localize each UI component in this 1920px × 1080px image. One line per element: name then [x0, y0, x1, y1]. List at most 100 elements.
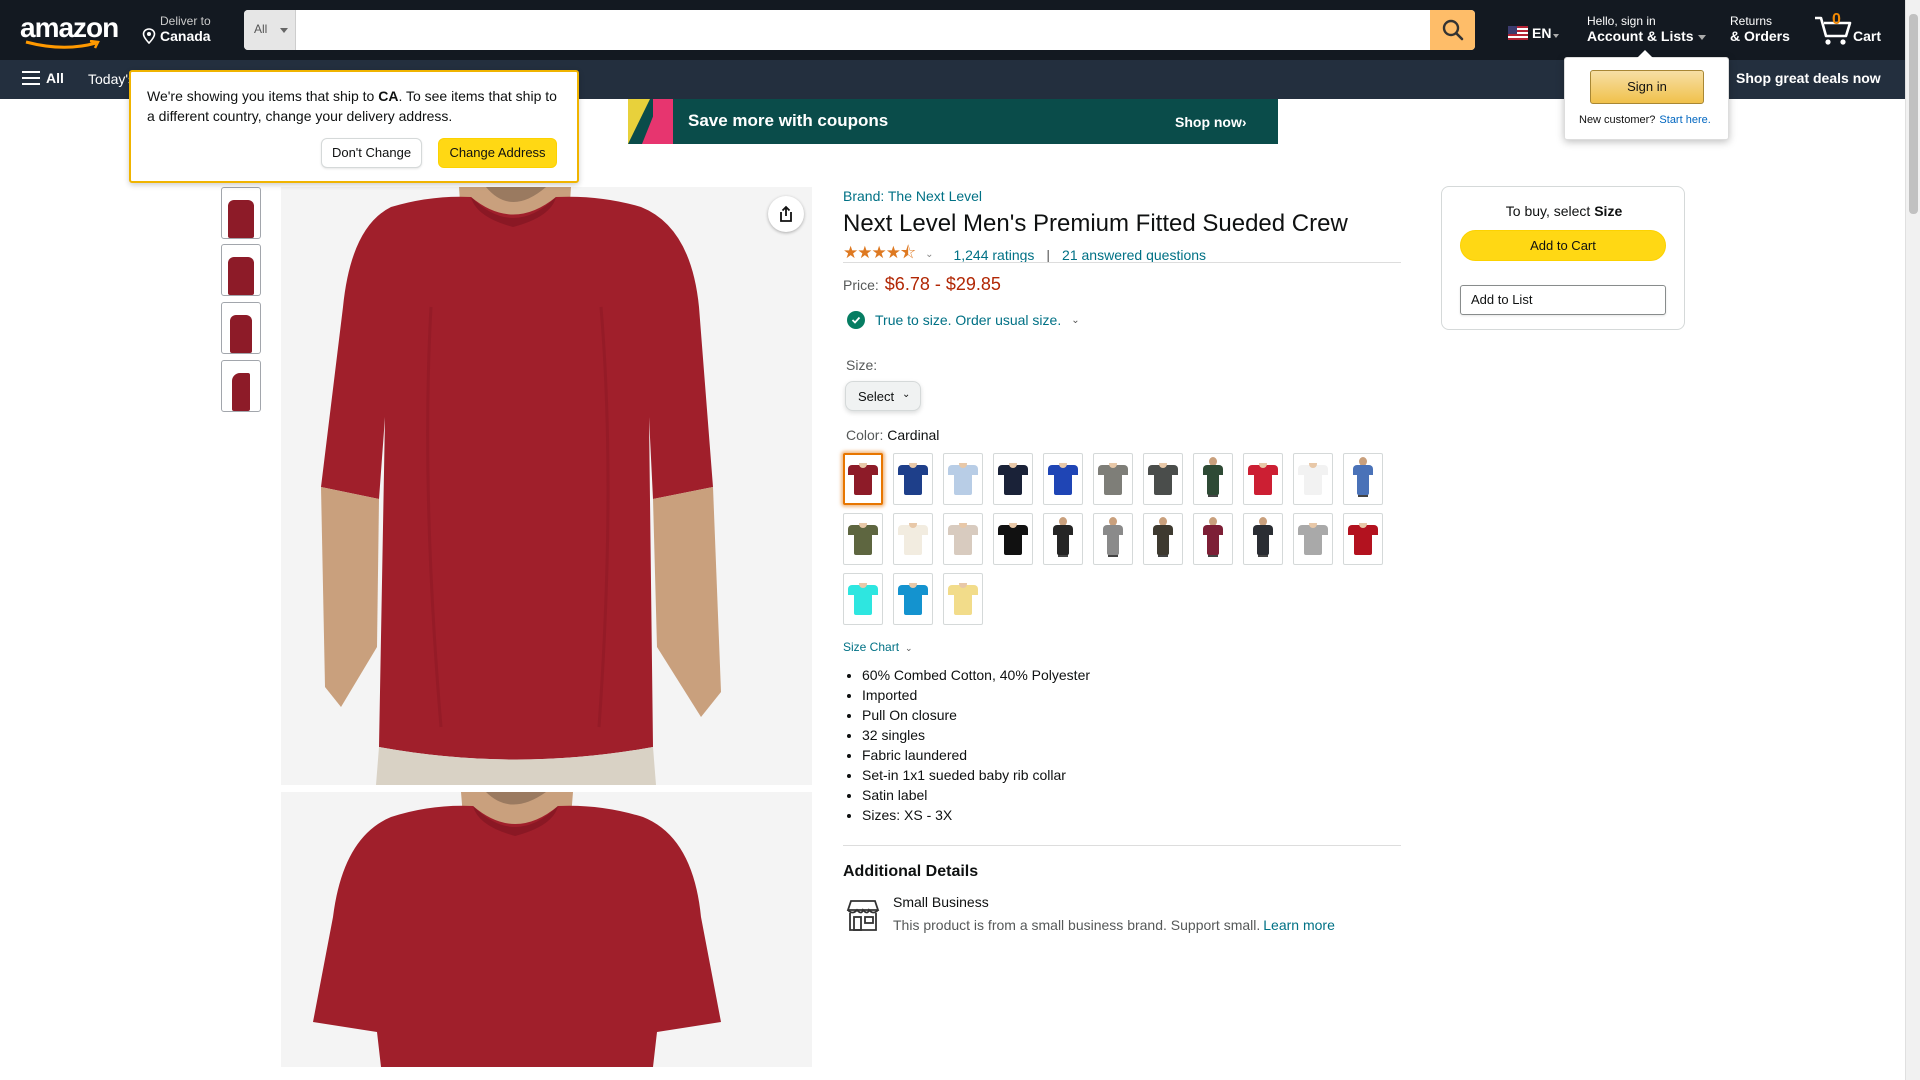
page-scrollbar[interactable]	[1905, 0, 1920, 1080]
brand-link[interactable]: Brand: The Next Level	[843, 188, 982, 204]
product-main-image[interactable]	[281, 187, 812, 785]
us-flag-icon	[1508, 26, 1528, 40]
fit-info[interactable]: True to size. Order usual size. ⌄	[847, 311, 1080, 329]
add-to-cart-button[interactable]: Add to Cart	[1460, 230, 1666, 261]
color-swatch[interactable]	[843, 453, 883, 505]
small-business-text: This product is from a small business br…	[893, 917, 1261, 933]
shirt-swatch-icon	[898, 461, 928, 497]
learn-more-link[interactable]: Learn more	[1263, 917, 1335, 933]
thumbnail-image[interactable]	[221, 244, 261, 296]
thumbnail-image[interactable]	[221, 360, 261, 412]
dont-change-button[interactable]: Don't Change	[321, 138, 422, 168]
separator: |	[1046, 246, 1051, 263]
size-chart-link[interactable]: Size Chart ⌄	[843, 640, 913, 654]
ratings-link[interactable]: 1,244 ratings	[953, 247, 1034, 263]
share-button[interactable]	[768, 196, 804, 232]
color-swatch[interactable]	[893, 453, 933, 505]
size-select[interactable]: Select ⌄	[845, 381, 921, 411]
amazon-logo[interactable]: amazon	[20, 12, 124, 49]
color-swatch[interactable]	[1343, 513, 1383, 565]
thumbnail-image[interactable]	[221, 187, 261, 239]
color-swatch[interactable]	[1043, 453, 1083, 505]
product-secondary-image[interactable]	[281, 792, 812, 1067]
caret-down-icon	[1697, 34, 1706, 40]
logo-text: amazon	[20, 12, 119, 43]
color-swatch[interactable]	[1243, 453, 1283, 505]
new-customer-text: New customer? Start here.	[1579, 114, 1711, 126]
shirt-swatch-icon	[1298, 461, 1328, 497]
color-swatch[interactable]	[843, 513, 883, 565]
todays-deals-link[interactable]: Today's	[88, 71, 135, 87]
all-menu-label: All	[46, 70, 64, 86]
add-to-list-button[interactable]: Add to List	[1460, 285, 1666, 315]
thumbnail-image[interactable]	[221, 302, 261, 354]
color-swatch[interactable]	[1043, 513, 1083, 565]
search-input[interactable]	[296, 10, 1422, 50]
color-swatch[interactable]	[1293, 453, 1333, 505]
feature-bullet: Sizes: XS - 3X	[862, 805, 1090, 825]
color-swatch[interactable]	[1143, 453, 1183, 505]
cart-button[interactable]: 0 Cart	[1813, 10, 1883, 50]
color-swatch[interactable]	[1193, 513, 1233, 565]
shirt-swatch-icon	[898, 581, 928, 617]
shirt-swatch-icon	[1348, 521, 1378, 557]
all-menu-button[interactable]: All	[22, 70, 64, 86]
check-circle-icon	[847, 311, 865, 329]
questions-link[interactable]: 21 answered questions	[1062, 247, 1206, 263]
rating-row: ★★★★⯪ ⌄ 1,244 ratings | 21 answered ques…	[843, 240, 1206, 269]
color-swatch[interactable]	[843, 573, 883, 625]
color-swatch[interactable]	[893, 573, 933, 625]
change-address-button[interactable]: Change Address	[438, 138, 557, 168]
language-selector[interactable]: EN	[1508, 25, 1560, 41]
signin-button[interactable]: Sign in	[1590, 70, 1704, 104]
color-swatch[interactable]	[943, 453, 983, 505]
deliver-to[interactable]: Deliver to Canada	[142, 14, 211, 44]
feature-bullet: Fabric laundered	[862, 745, 1090, 765]
account-label: Account & Lists	[1587, 28, 1694, 44]
search-button[interactable]	[1430, 10, 1475, 50]
size-label: Size:	[846, 357, 878, 373]
shirt-swatch-icon	[1148, 517, 1178, 557]
scrollbar-thumb[interactable]	[1909, 14, 1918, 214]
returns-orders[interactable]: Returns & Orders	[1730, 14, 1790, 44]
buy-prompt-text: To buy, select	[1505, 203, 1595, 219]
top-nav-bar: amazon Deliver to Canada All EN Hello, s…	[0, 0, 1905, 60]
coupon-banner-cta[interactable]: Shop now›	[1175, 114, 1247, 130]
buy-prompt: To buy, select Size	[1442, 203, 1686, 219]
shirt-swatch-icon	[848, 581, 878, 617]
shirt-thumbnail	[228, 257, 254, 295]
color-swatch[interactable]	[1293, 513, 1333, 565]
caret-down-icon	[280, 28, 288, 33]
color-swatch[interactable]	[993, 513, 1033, 565]
color-swatch[interactable]	[943, 573, 983, 625]
star-rating-icon[interactable]: ★★★★⯪	[843, 240, 916, 269]
coupon-banner[interactable]: Save more with coupons Shop now›	[628, 99, 1278, 144]
start-here-link[interactable]: Start here.	[1659, 114, 1710, 126]
color-swatch[interactable]	[1093, 513, 1133, 565]
location-pin-icon	[142, 28, 156, 44]
account-lists[interactable]: Hello, sign in Account & Lists	[1587, 14, 1706, 44]
color-swatch[interactable]	[1243, 513, 1283, 565]
product-title: Next Level Men's Premium Fitted Sueded C…	[843, 210, 1348, 237]
color-swatch[interactable]	[943, 513, 983, 565]
search-category-dropdown[interactable]: All	[244, 10, 296, 50]
color-swatch[interactable]	[1193, 453, 1233, 505]
additional-details-heading: Additional Details	[843, 863, 979, 880]
shirt-thumbnail	[230, 315, 252, 353]
feature-bullet: Set-in 1x1 sueded baby rib collar	[862, 765, 1090, 785]
color-swatch[interactable]	[993, 453, 1033, 505]
color-swatch[interactable]	[1343, 453, 1383, 505]
shirt-swatch-icon	[1098, 461, 1128, 497]
price-value: $6.78 - $29.85	[884, 274, 1001, 294]
color-value: Cardinal	[887, 427, 940, 443]
color-swatch[interactable]	[1143, 513, 1183, 565]
feature-bullets: 60% Combed Cotton, 40% Polyester Importe…	[862, 665, 1090, 825]
shirt-swatch-icon	[898, 521, 928, 557]
shirt-thumbnail	[228, 200, 254, 238]
divider	[843, 845, 1401, 846]
divider	[843, 262, 1401, 263]
color-swatch[interactable]	[893, 513, 933, 565]
color-swatch[interactable]	[1093, 453, 1133, 505]
chevron-down-icon[interactable]: ⌄	[925, 249, 933, 260]
shop-deals-link[interactable]: Shop great deals now	[1736, 70, 1881, 86]
